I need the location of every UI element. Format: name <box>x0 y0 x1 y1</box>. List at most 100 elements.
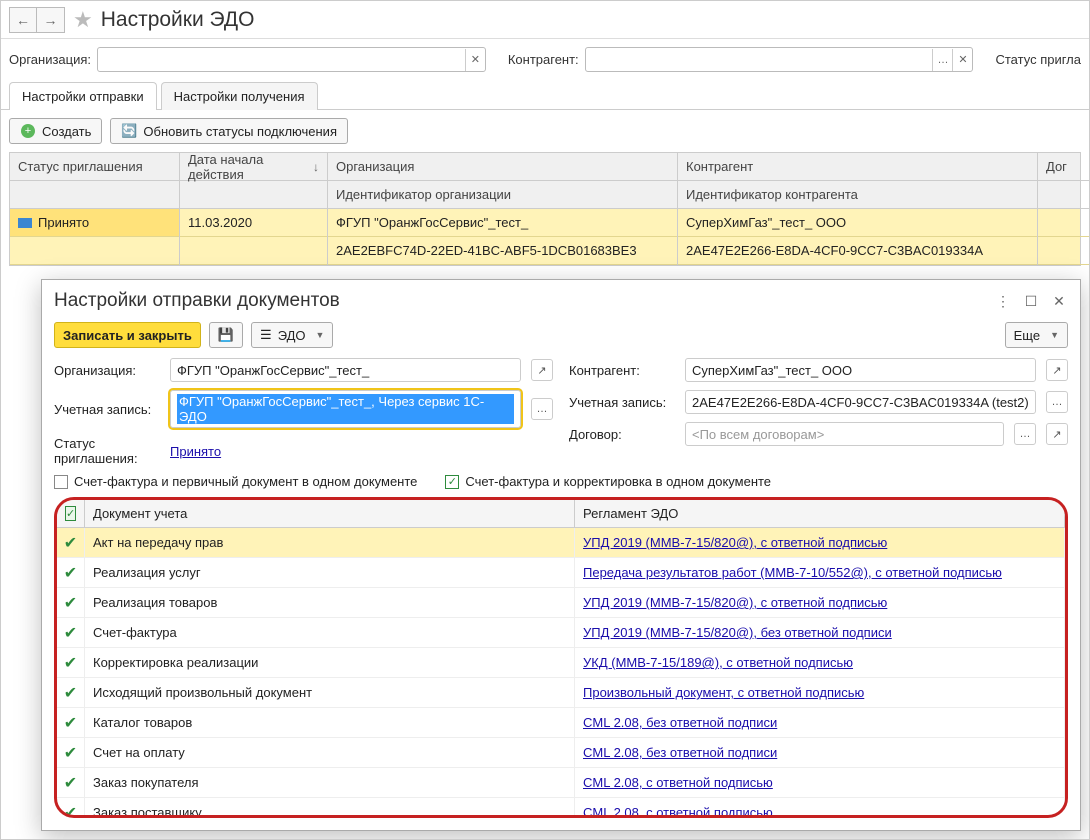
row-checkbox[interactable]: ✔ <box>64 773 77 793</box>
panel-dogovor-field[interactable]: <По всем договорам> <box>685 422 1004 446</box>
doc-cell: Каталог товаров <box>85 708 575 737</box>
filter-contr-input[interactable] <box>586 48 933 71</box>
regulation-link[interactable]: CML 2.08, без ответной подписи <box>583 715 777 730</box>
doc-row[interactable]: ✔ Каталог товаров CML 2.08, без ответной п… <box>57 708 1065 738</box>
row-checkbox[interactable]: ✔ <box>64 683 77 703</box>
panel-org-label: Организация: <box>54 363 164 378</box>
panel-status-link[interactable]: Принято <box>170 444 221 459</box>
col-date-header[interactable]: Дата начала действия ↓ <box>180 153 327 181</box>
filter-contr-ellipsis-button[interactable]: … <box>932 49 952 71</box>
regulation-link[interactable]: УПД 2019 (ММВ-7-15/820@), без ответной п… <box>583 625 892 640</box>
col-contr-id-header[interactable]: Идентификатор контрагента <box>678 181 1037 209</box>
panel-account2-field[interactable]: 2AE47E2E266-E8DA-4CF0-9CC7-C3BAC019334A … <box>685 390 1036 414</box>
filter-contr-label: Контрагент: <box>508 52 579 67</box>
col-org-header[interactable]: Организация <box>328 153 677 181</box>
filter-org-clear-button[interactable]: ✕ <box>465 49 485 71</box>
save-and-close-button[interactable]: Записать и закрыть <box>54 322 201 348</box>
regulation-link[interactable]: CML 2.08, с ответной подписью <box>583 775 773 790</box>
panel-close-icon[interactable]: ✕ <box>1050 292 1068 310</box>
row-checkbox[interactable]: ✔ <box>64 803 77 816</box>
doc-row[interactable]: ✔ Заказ поставщику CML 2.08, с ответной по… <box>57 798 1065 815</box>
row-checkbox[interactable]: ✔ <box>64 743 77 763</box>
col-contr-header[interactable]: Контрагент <box>678 153 1037 181</box>
select-all-header[interactable]: ✓ <box>57 500 85 527</box>
ellipsis-icon[interactable]: … <box>531 398 553 420</box>
col-date-header-text: Дата начала действия <box>188 152 307 182</box>
col-status-header[interactable]: Статус приглашения <box>10 153 179 181</box>
panel-maximize-icon[interactable]: ☐ <box>1022 292 1040 310</box>
plus-icon: + <box>20 123 36 139</box>
row-checkbox[interactable]: ✔ <box>64 653 77 673</box>
sf-primary-checkbox[interactable] <box>54 475 68 489</box>
panel-title: Настройки отправки документов <box>54 290 994 312</box>
doc-row[interactable]: ✔Заказ покупателяCML 2.08, с ответной по… <box>57 768 1065 798</box>
favorite-star-icon[interactable]: ★ <box>73 7 93 33</box>
regulation-link[interactable]: Передача результатов работ (ММВ-7-10/552… <box>583 565 1002 580</box>
save-button[interactable]: 💾 <box>209 322 243 348</box>
doc-row[interactable]: ✔ Корректировка реализации УКД (ММВ-7-15/1… <box>57 648 1065 678</box>
col-doc-account-header[interactable]: Документ учета <box>85 500 575 527</box>
doc-row[interactable]: ✔ Счет на оплату CML 2.08, без ответной по… <box>57 738 1065 768</box>
row-checkbox[interactable]: ✔ <box>64 593 77 613</box>
regulation-link[interactable]: CML 2.08, без ответной подписи <box>583 745 777 760</box>
page-title: Настройки ЭДО <box>101 8 255 32</box>
update-status-button[interactable]: 🔄 Обновить статусы подключения <box>110 118 348 144</box>
regulation-link[interactable]: CML 2.08, с ответной подписью <box>583 805 773 815</box>
regulation-link[interactable]: УПД 2019 (ММВ-7-15/820@), с ответной под… <box>583 535 887 550</box>
ellipsis-icon[interactable]: … <box>1046 391 1068 413</box>
doc-cell: Заказ поставщику <box>85 798 575 815</box>
filter-status-label: Статус пригла <box>995 52 1081 67</box>
panel-account-field[interactable]: ФГУП "ОранжГосСервис"_тест_, Через серви… <box>170 390 521 428</box>
row-checkbox[interactable]: ✔ <box>64 563 77 583</box>
col-dog-header[interactable]: Дог <box>1038 153 1090 181</box>
create-button[interactable]: + Создать <box>9 118 102 144</box>
nav-back-button[interactable]: ← <box>9 7 37 33</box>
filter-org-input[interactable] <box>98 48 465 71</box>
tab-recv-settings[interactable]: Настройки получения <box>161 82 318 110</box>
chevron-down-icon: ▼ <box>1050 330 1059 340</box>
row-checkbox[interactable]: ✔ <box>64 713 77 733</box>
panel-account-label: Учетная запись: <box>54 402 164 417</box>
regulation-link[interactable]: Произвольный документ, с ответной подпис… <box>583 685 864 700</box>
tab-send-settings[interactable]: Настройки отправки <box>9 82 157 110</box>
regulation-link[interactable]: УПД 2019 (ММВ-7-15/820@), с ответной под… <box>583 595 887 610</box>
panel-contr-field[interactable]: СуперХимГаз"_тест_ ООО <box>685 358 1036 382</box>
col-regulation-header[interactable]: Регламент ЭДО <box>575 500 1065 527</box>
panel-menu-icon[interactable]: ⋮ <box>994 292 1012 310</box>
doc-cell: Корректировка реализации <box>85 648 575 677</box>
panel-dogovor-label: Договор: <box>569 427 679 442</box>
refresh-sheet-icon: 🔄 <box>121 123 137 139</box>
sf-correction-checkbox[interactable]: ✓ <box>445 475 459 489</box>
row-checkbox[interactable]: ✔ <box>64 623 77 643</box>
regulation-link[interactable]: УКД (ММВ-7-15/189@), с ответной подписью <box>583 655 853 670</box>
filter-contr-clear-button[interactable]: ✕ <box>952 49 972 71</box>
more-button[interactable]: Еще ▼ <box>1005 322 1068 348</box>
doc-cell: Счет на оплату <box>85 738 575 767</box>
col-org-id-header[interactable]: Идентификатор организации <box>328 181 677 209</box>
table-row[interactable]: Принято 11.03.2020 ФГУП "ОранжГосСервис"… <box>10 209 1080 265</box>
panel-org-field[interactable]: ФГУП "ОранжГосСервис"_тест_ <box>170 358 521 382</box>
filter-org-label: Организация: <box>9 52 91 67</box>
panel-account2-label: Учетная запись: <box>569 395 679 410</box>
doc-row[interactable]: ✔ Счет-фактура УПД 2019 (ММВ-7-15/820@), б… <box>57 618 1065 648</box>
doc-row[interactable]: ✔Реализация услугПередача результатов ра… <box>57 558 1065 588</box>
sf-correction-label: Счет-фактура и корректировка в одном док… <box>465 474 771 489</box>
doc-row[interactable]: ✔Акт на передачу правУПД 2019 (ММВ-7-15/… <box>57 528 1065 558</box>
nav-forward-button[interactable]: → <box>37 7 65 33</box>
row-checkbox[interactable]: ✔ <box>64 533 77 553</box>
cell-org: ФГУП "ОранжГосСервис"_тест_ <box>328 209 677 237</box>
doc-cell: Счет-фактура <box>85 618 575 647</box>
open-icon[interactable]: ↗ <box>531 359 553 381</box>
send-settings-panel: Настройки отправки документов ⋮ ☐ ✕ Запи… <box>41 279 1081 831</box>
open-icon[interactable]: ↗ <box>1046 423 1068 445</box>
cell-status: Принято <box>38 215 89 230</box>
sort-desc-icon: ↓ <box>313 160 319 174</box>
doc-row[interactable]: ✔Реализация товаровУПД 2019 (ММВ-7-15/82… <box>57 588 1065 618</box>
edo-button[interactable]: ☰ ЭДО ▼ <box>251 322 333 348</box>
open-icon[interactable]: ↗ <box>1046 359 1068 381</box>
doc-row[interactable]: ✔Исходящий произвольный документПроизвол… <box>57 678 1065 708</box>
update-status-label: Обновить статусы подключения <box>143 124 337 139</box>
edo-button-label: ЭДО <box>278 328 306 343</box>
ellipsis-icon[interactable]: … <box>1014 423 1036 445</box>
cell-contr: СуперХимГаз"_тест_ ООО <box>678 209 1037 237</box>
